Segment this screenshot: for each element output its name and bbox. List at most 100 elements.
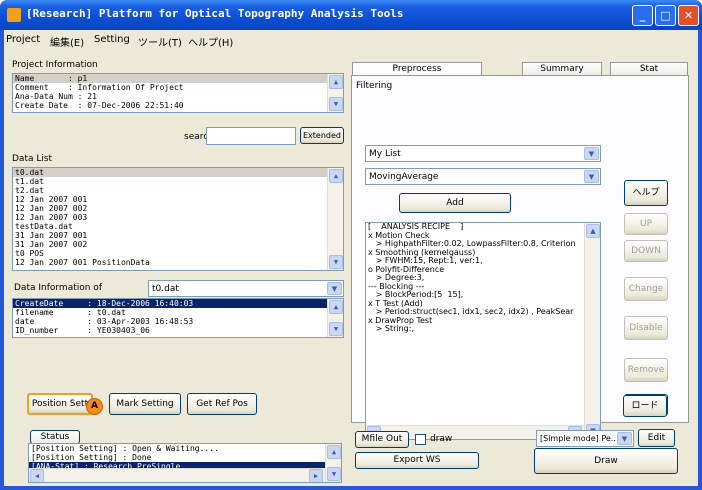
export-ws-button[interactable]: Export WS [355, 452, 479, 469]
recipe-line[interactable]: > HighpathFilter:0.02, LowpassFilter:0.8… [366, 240, 600, 249]
scroll-down-icon[interactable]: ▼ [329, 97, 343, 111]
project-info-line: Ana-Data Num : 21 [15, 92, 97, 101]
mark-setting-button[interactable]: Mark Setting [109, 393, 181, 415]
scroll-down-icon[interactable]: ▼ [327, 467, 341, 481]
app-icon [7, 8, 21, 22]
menu-project[interactable]: Project [6, 34, 40, 45]
menu-bar: Project 編集(E) Setting ツール(T) ヘルプ(H) [4, 30, 698, 50]
scroll-down-icon[interactable]: ▼ [329, 255, 343, 269]
list-select[interactable]: My List ▼ [365, 145, 601, 162]
recipe-line[interactable]: x DrawProp Test [366, 317, 600, 326]
status-box[interactable]: [Position Setting] : Open & Waiting.... … [28, 443, 342, 483]
scroll-right-icon[interactable]: ▶ [309, 469, 323, 482]
chevron-down-icon[interactable]: ▼ [617, 432, 632, 445]
recipe-line[interactable]: > BlockPeriod:[5 15], [366, 291, 600, 300]
mode-select-value: [Simple mode] Pe.. [540, 434, 616, 443]
data-list-item[interactable]: 12 Jan 2007 001 PositionData [13, 258, 343, 267]
data-info-line: filename : t0.dat [15, 308, 126, 317]
recipe-line[interactable]: [ ANALYSIS RECIPE ] [366, 223, 600, 232]
add-filter-button[interactable]: Add [399, 193, 511, 213]
project-info-scrollbar[interactable]: ▲ ▼ [327, 74, 343, 112]
edit-button[interactable]: Edit [638, 429, 675, 447]
status-hscrollbar[interactable]: ◀ ▶ [29, 468, 325, 482]
recipe-line[interactable]: > FWHM:15, Rept:1, ver:1, [366, 257, 600, 266]
analysis-recipe-list[interactable]: [ ANALYSIS RECIPE ] x Motion Check > Hig… [365, 222, 601, 440]
recipe-line[interactable]: > Degree:3, [366, 274, 600, 283]
scroll-up-icon[interactable]: ▲ [327, 445, 341, 459]
disable-button[interactable]: Disable [624, 316, 668, 340]
data-info-label: Data Information of [14, 283, 102, 293]
data-info-file-select[interactable]: t0.dat ▼ [148, 280, 344, 297]
draw-checkbox-label: draw [430, 434, 453, 444]
status-line: [Position Setting] : Done [31, 453, 152, 462]
chevron-down-icon[interactable]: ▼ [327, 282, 342, 295]
data-list-label: Data List [12, 154, 53, 164]
data-list-scrollbar[interactable]: ▲ ▼ [327, 168, 343, 270]
data-list[interactable]: t0.dat t1.dat t2.dat 12 Jan 2007 001 12 … [12, 167, 344, 271]
data-list-item[interactable]: 31 Jan 2007 002 [13, 240, 343, 249]
data-list-item[interactable]: 12 Jan 2007 002 [13, 204, 343, 213]
data-list-item[interactable]: t0 POS [13, 249, 343, 258]
data-list-item[interactable]: testData.dat [13, 222, 343, 231]
menu-help[interactable]: ヘルプ(H) [188, 34, 233, 49]
draw-button[interactable]: Draw [534, 448, 678, 474]
filter-select[interactable]: MovingAverage ▼ [365, 168, 601, 185]
annotation-marker: A [86, 398, 103, 415]
get-ref-pos-button[interactable]: Get Ref Pos [187, 393, 257, 415]
data-list-item[interactable]: 12 Jan 2007 003 [13, 213, 343, 222]
data-list-item[interactable]: 12 Jan 2007 001 [13, 195, 343, 204]
project-info-box[interactable]: Name : p1 Comment : Information Of Proje… [12, 73, 344, 113]
recipe-line[interactable]: > Period:struct(sec1, idx1, sec2, idx2) … [366, 308, 600, 317]
preprocess-panel: Filtering My List ▼ MovingAverage ▼ Add … [351, 75, 689, 440]
menu-setting[interactable]: Setting [94, 34, 130, 45]
help-button[interactable]: ヘルプ [624, 180, 668, 206]
data-list-item[interactable]: t0.dat [13, 168, 343, 177]
chevron-down-icon[interactable]: ▼ [584, 170, 599, 183]
status-label: Status [30, 430, 80, 444]
recipe-line[interactable]: --- Blocking --- [366, 283, 600, 292]
scroll-up-icon[interactable]: ▲ [329, 300, 343, 314]
position-setting-button[interactable]: Position Sett [27, 393, 93, 415]
recipe-line[interactable]: o Polyfit-Difference [366, 266, 600, 275]
mfile-out-button[interactable]: Mfile Out [355, 431, 409, 448]
tab-summary[interactable]: Summary [522, 62, 602, 76]
data-info-file-value: t0.dat [152, 284, 179, 294]
scroll-left-icon[interactable]: ◀ [30, 469, 44, 482]
data-info-scrollbar[interactable]: ▲ ▼ [327, 299, 343, 337]
extended-search-button[interactable]: Extended [300, 127, 344, 144]
minimize-button[interactable]: _ [632, 5, 653, 26]
remove-button[interactable]: Remove [624, 358, 668, 382]
draw-checkbox[interactable] [415, 434, 426, 445]
filter-select-value: MovingAverage [369, 172, 439, 182]
tab-preprocess[interactable]: Preprocess [352, 62, 482, 76]
move-up-button[interactable]: UP [624, 213, 668, 235]
move-down-button[interactable]: DOWN [624, 240, 668, 262]
change-button[interactable]: Change [624, 277, 668, 301]
chevron-down-icon[interactable]: ▼ [584, 147, 599, 160]
project-info-line: Name : p1 [13, 74, 343, 83]
recipe-line[interactable]: x T Test (Add) [366, 300, 600, 309]
scroll-up-icon[interactable]: ▲ [329, 75, 343, 89]
scroll-down-icon[interactable]: ▼ [329, 322, 343, 336]
data-list-item[interactable]: t1.dat [13, 177, 343, 186]
data-info-line: date : 03-Apr-2003 16:48:53 [15, 317, 194, 326]
data-list-item[interactable]: t2.dat [13, 186, 343, 195]
recipe-line[interactable]: > String:, [366, 325, 600, 334]
scroll-up-icon[interactable]: ▲ [329, 169, 343, 183]
scroll-up-icon[interactable]: ▲ [586, 224, 600, 238]
load-button[interactable]: ロード [623, 395, 667, 417]
title-bar[interactable]: [Research] Platform for Optical Topograp… [0, 0, 702, 30]
maximize-button[interactable]: □ [655, 5, 676, 26]
menu-tools[interactable]: ツール(T) [138, 34, 182, 49]
mode-select[interactable]: [Simple mode] Pe.. ▼ [536, 430, 634, 447]
recipe-line[interactable]: x Motion Check [366, 232, 600, 241]
recipe-vscrollbar[interactable]: ▲ ▼ [584, 223, 600, 439]
status-vscrollbar[interactable]: ▲ ▼ [325, 444, 341, 482]
recipe-line[interactable]: x Smoothing (kernelgauss) [366, 249, 600, 258]
data-info-box[interactable]: CreateDate : 18-Dec-2006 16:40:03 filena… [12, 298, 344, 338]
close-button[interactable]: ✕ [678, 5, 699, 26]
data-list-item[interactable]: 31 Jan 2007 001 [13, 231, 343, 240]
tab-stat[interactable]: Stat [610, 62, 688, 76]
search-input[interactable] [206, 127, 296, 145]
menu-edit[interactable]: 編集(E) [50, 34, 84, 49]
